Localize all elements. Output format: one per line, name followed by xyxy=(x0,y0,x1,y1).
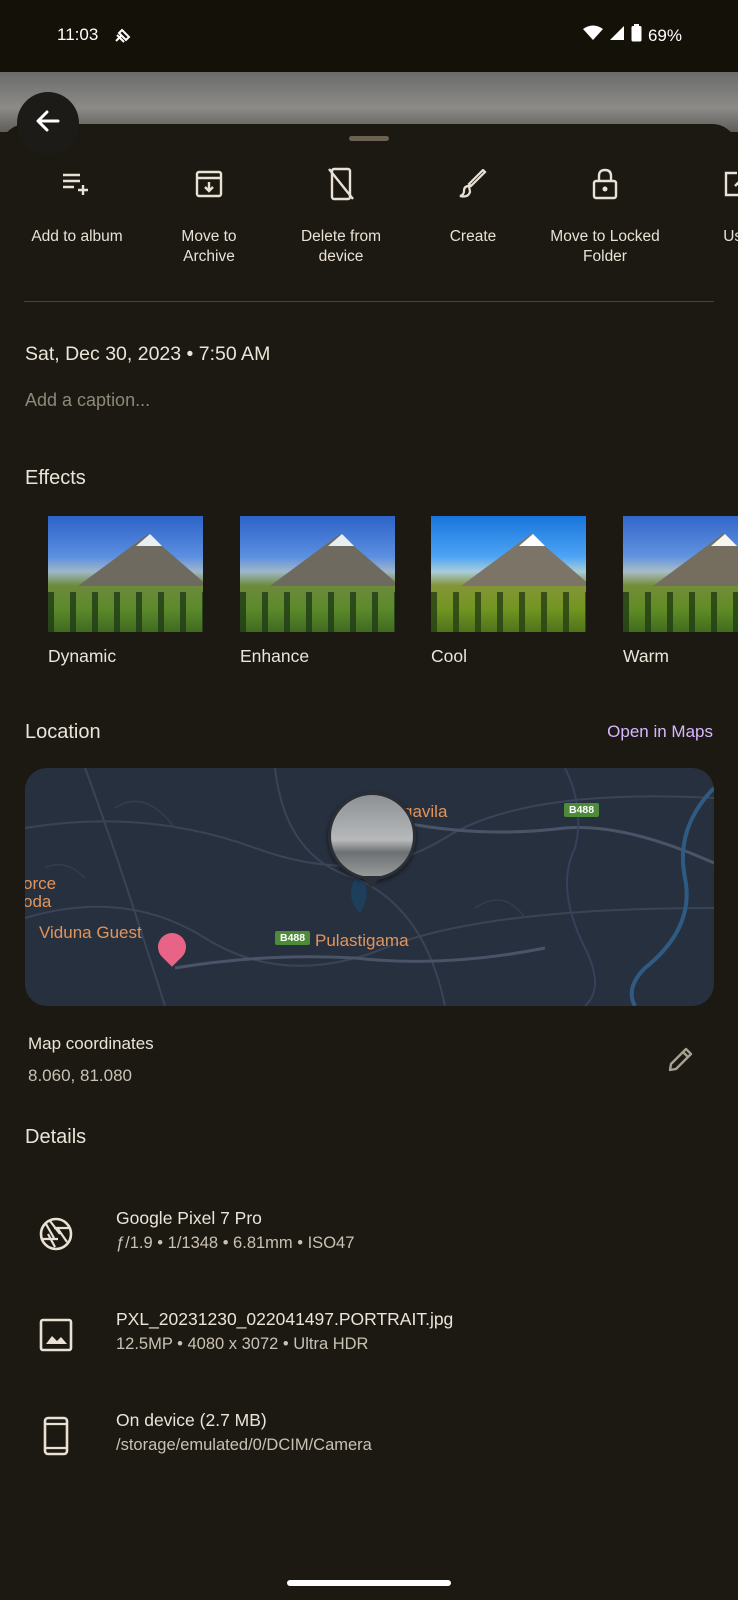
status-time: 11:03 xyxy=(57,25,99,44)
home-indicator[interactable] xyxy=(287,1580,451,1586)
effect-thumbnail xyxy=(240,516,395,632)
effect-dynamic[interactable]: Dynamic xyxy=(48,516,203,667)
file-properties: 12.5MP • 4080 x 3072 • Ultra HDR xyxy=(116,1335,369,1353)
location-map[interactable]: gavila orce oda Viduna Guest Pulastigama… xyxy=(25,768,714,1006)
location-title: Location xyxy=(25,721,101,743)
road-badge: B488 xyxy=(564,803,600,817)
action-row: Add to album Move to Archive Delete from… xyxy=(0,165,738,275)
status-bar: 11:03 69% xyxy=(0,0,738,72)
playlist-add-icon xyxy=(2,165,152,203)
delete-from-device-button[interactable]: Delete from device xyxy=(266,165,416,267)
action-label: Create xyxy=(449,228,497,245)
drag-handle[interactable] xyxy=(349,136,389,141)
phone-off-icon xyxy=(266,165,416,203)
road-badge: B488 xyxy=(275,931,311,945)
image-icon xyxy=(36,1315,76,1355)
smartphone-icon xyxy=(36,1416,76,1456)
map-coordinates-title: Map coordinates xyxy=(28,1034,154,1053)
camera-settings: ƒ/1.9 • 1/1348 • 6.81mm • ISO47 xyxy=(116,1234,355,1252)
file-name: PXL_20231230_022041497.PORTRAIT.jpg xyxy=(116,1309,454,1329)
effect-thumbnail xyxy=(431,516,586,632)
open-in-maps-link[interactable]: Open in Maps xyxy=(607,722,713,742)
signal-icon xyxy=(609,25,625,46)
cast-icon xyxy=(113,26,133,51)
status-icons: 69% xyxy=(582,24,682,47)
map-label-oda: oda xyxy=(25,892,52,911)
camera-shutter-icon xyxy=(36,1214,76,1254)
move-to-locked-folder-button[interactable]: Move to Locked Folder xyxy=(530,165,680,267)
battery-percent: 69% xyxy=(647,25,682,45)
effect-thumbnail xyxy=(623,516,738,632)
create-button[interactable]: Create xyxy=(398,165,548,247)
details-title: Details xyxy=(25,1126,87,1148)
effect-label: Enhance xyxy=(240,646,310,666)
lock-icon xyxy=(530,165,680,203)
map-label-pulastigama: Pulastigama xyxy=(315,931,409,950)
action-label: Use xyxy=(723,228,738,245)
map-label-viduna-guest: Viduna Guest xyxy=(39,923,142,942)
add-to-album-button[interactable]: Add to album xyxy=(2,165,152,247)
edit-location-button[interactable] xyxy=(666,1044,696,1079)
divider xyxy=(24,301,714,302)
brush-icon xyxy=(398,165,548,203)
action-label: Delete from device xyxy=(300,228,382,265)
effect-label: Dynamic xyxy=(48,646,117,666)
arrow-left-icon xyxy=(34,107,62,140)
map-label-orce: orce xyxy=(25,874,57,893)
effect-label: Cool xyxy=(431,646,467,666)
effects-title: Effects xyxy=(25,467,86,489)
photo-date: Sat, Dec 30, 2023 • 7:50 AM xyxy=(25,343,271,365)
use-as-button[interactable]: Use xyxy=(662,165,738,247)
wifi-icon xyxy=(582,25,603,46)
move-to-archive-button[interactable]: Move to Archive xyxy=(134,165,284,267)
caption-input[interactable]: Add a caption... xyxy=(25,390,150,411)
effect-enhance[interactable]: Enhance xyxy=(240,516,395,667)
photo-preview[interactable] xyxy=(0,72,738,132)
back-button[interactable] xyxy=(17,92,79,154)
pin-pointer xyxy=(361,876,381,888)
photo-location-pin[interactable] xyxy=(328,792,416,880)
effect-cool[interactable]: Cool xyxy=(431,516,586,667)
storage-size: On device (2.7 MB) xyxy=(116,1410,267,1430)
pencil-icon xyxy=(666,1047,696,1078)
action-label: Move to Archive xyxy=(181,228,237,265)
archive-icon xyxy=(134,165,284,203)
map-coordinates-value: 8.060, 81.080 xyxy=(28,1066,132,1085)
effect-label: Warm xyxy=(623,646,670,666)
effect-warm[interactable]: Warm xyxy=(623,516,738,667)
action-label: Add to album xyxy=(31,228,123,245)
effect-thumbnail xyxy=(48,516,203,632)
battery-icon xyxy=(631,24,642,47)
open-external-icon xyxy=(662,165,738,203)
action-label: Move to Locked Folder xyxy=(550,228,660,265)
camera-model: Google Pixel 7 Pro xyxy=(116,1208,262,1228)
storage-path: /storage/emulated/0/DCIM/Camera xyxy=(116,1436,372,1454)
